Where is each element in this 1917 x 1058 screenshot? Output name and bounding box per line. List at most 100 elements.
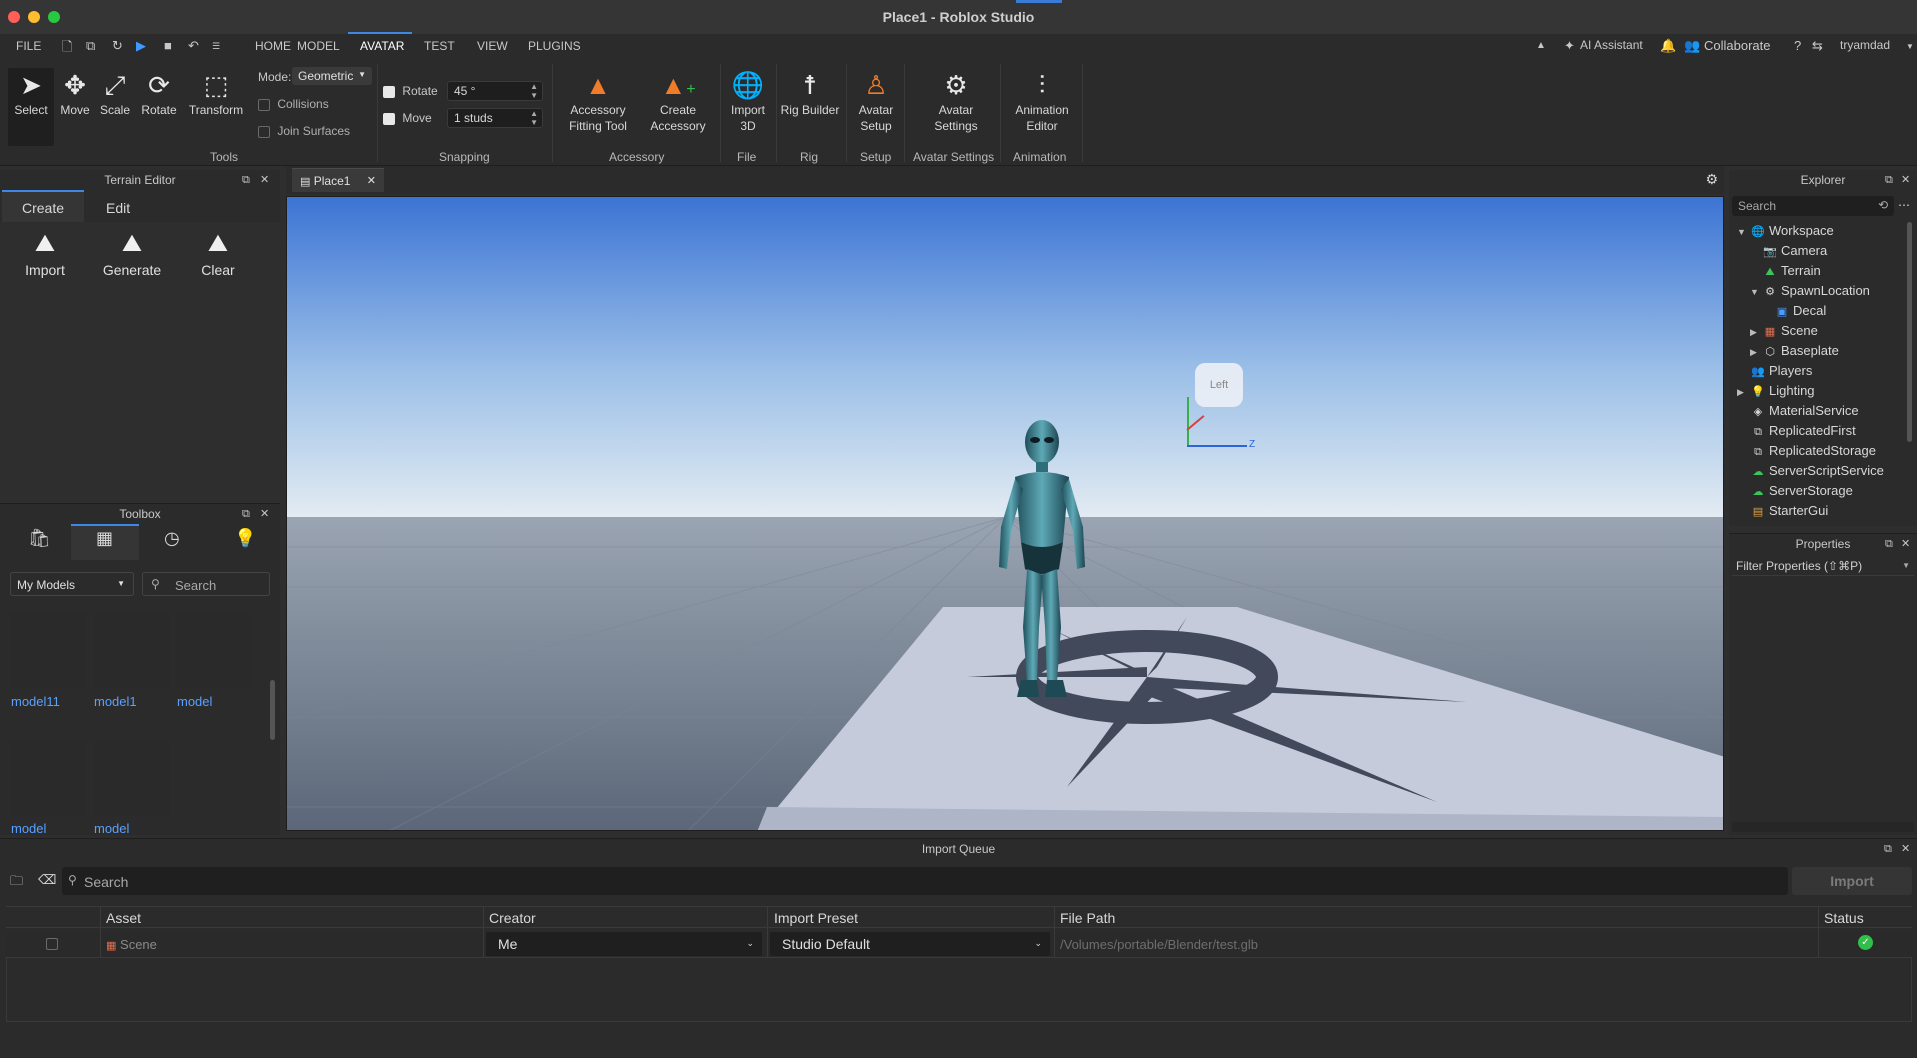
close-icon[interactable]: ✕ bbox=[1901, 170, 1910, 190]
tree-item-scene[interactable]: ▦ Scene bbox=[1763, 323, 1818, 338]
properties-h-scrollbar[interactable] bbox=[1732, 822, 1914, 832]
select-tool-button[interactable]: ➤ Select bbox=[8, 68, 54, 146]
creator-dropdown[interactable]: Me ⌄ bbox=[486, 932, 762, 956]
tree-item-terrain[interactable]: ⛰ Terrain bbox=[1763, 263, 1820, 279]
undock-icon[interactable]: ⧉ bbox=[242, 170, 250, 190]
move-snap-input[interactable]: 1 studs ▲ ▼ bbox=[447, 108, 543, 128]
ai-assistant-button[interactable]: AI Assistant bbox=[1580, 38, 1643, 52]
tab-create[interactable]: Create bbox=[22, 200, 64, 216]
close-icon[interactable]: ✕ bbox=[1901, 534, 1910, 554]
model-thumbnail[interactable] bbox=[94, 612, 170, 688]
explorer-scrollbar[interactable] bbox=[1907, 222, 1912, 442]
tree-item-workspace[interactable]: 🌐 Workspace bbox=[1751, 223, 1834, 238]
chevron-down-icon[interactable]: ▼ bbox=[1902, 561, 1910, 570]
play-icon[interactable]: ▶ bbox=[136, 38, 146, 54]
recent-clock-icon[interactable]: ◷ bbox=[164, 528, 180, 549]
model-label[interactable]: model bbox=[11, 821, 46, 836]
history-icon[interactable]: ⟲ bbox=[1878, 198, 1888, 212]
notifications-icon[interactable]: 🔔 bbox=[1660, 38, 1676, 54]
create-accessory-button[interactable]: ▲+ Create Accessory bbox=[642, 68, 714, 134]
tree-item-lighting[interactable]: 💡 Lighting bbox=[1751, 383, 1814, 398]
tree-item-serverscriptservice[interactable]: ☁ ServerScriptService bbox=[1751, 463, 1884, 478]
expand-caret-icon[interactable]: ▶ bbox=[1750, 347, 1757, 358]
explorer-search-input[interactable]: Search ⟲ bbox=[1732, 196, 1894, 216]
expand-caret-icon[interactable]: ▶ bbox=[1737, 387, 1744, 398]
open-file-icon[interactable]: ⧉ bbox=[86, 38, 95, 54]
tab-model[interactable]: MODEL bbox=[297, 39, 340, 53]
tree-item-decal[interactable]: ▣ Decal bbox=[1775, 303, 1826, 318]
model-label[interactable]: model11 bbox=[11, 694, 60, 709]
tree-item-camera[interactable]: 📷 Camera bbox=[1763, 243, 1827, 258]
terrain-generate-button[interactable]: ⛰ Generate bbox=[100, 230, 164, 278]
import-search-input[interactable]: ⚲ Search bbox=[62, 867, 1788, 895]
undock-icon[interactable]: ⧉ bbox=[242, 504, 250, 524]
model-thumbnail[interactable] bbox=[10, 612, 86, 688]
tree-item-materialservice[interactable]: ◈ MaterialService bbox=[1751, 403, 1859, 418]
join-surfaces-checkbox[interactable] bbox=[258, 125, 270, 138]
model-label[interactable]: model bbox=[94, 821, 129, 836]
model-label[interactable]: model bbox=[177, 694, 212, 709]
column-import-preset[interactable]: Import Preset bbox=[774, 910, 858, 926]
import-preset-dropdown[interactable]: Studio Default ⌄ bbox=[770, 932, 1050, 956]
tree-item-baseplate[interactable]: ⬡ Baseplate bbox=[1763, 343, 1839, 358]
move-snap-checkbox[interactable] bbox=[383, 112, 395, 125]
rotate-tool-button[interactable]: ⟳ Rotate bbox=[137, 68, 181, 118]
tab-plugins[interactable]: PLUGINS bbox=[528, 39, 581, 53]
table-row[interactable]: ▦ Scene Me ⌄ Studio Default ⌄ /Volumes/p… bbox=[6, 930, 1912, 958]
accessory-fitting-tool-button[interactable]: ▲ Accessory Fitting Tool bbox=[560, 68, 636, 134]
stepper-icon[interactable]: ▲ ▼ bbox=[530, 109, 538, 127]
undock-icon[interactable]: ⧉ bbox=[1884, 839, 1892, 859]
collisions-checkbox[interactable] bbox=[258, 98, 270, 111]
tree-item-replicatedstorage[interactable]: ⧉ ReplicatedStorage bbox=[1751, 443, 1876, 459]
view-cube[interactable]: Left bbox=[1195, 363, 1243, 407]
undock-icon[interactable]: ⧉ bbox=[1885, 534, 1893, 554]
tree-item-serverstorage[interactable]: ☁ ServerStorage bbox=[1751, 483, 1853, 498]
toolbox-category-dropdown[interactable]: My Models ▼ bbox=[10, 572, 134, 596]
close-icon[interactable]: ✕ bbox=[260, 504, 269, 524]
collaborate-icon[interactable]: 👥 bbox=[1684, 38, 1700, 54]
terrain-import-button[interactable]: ⛰ Import bbox=[20, 230, 70, 278]
close-icon[interactable]: ✕ bbox=[367, 174, 376, 187]
join-surfaces-toggle[interactable]: Join Surfaces bbox=[258, 124, 350, 138]
more-options-icon[interactable]: ⋯ bbox=[1898, 198, 1910, 212]
model-label[interactable]: model1 bbox=[94, 694, 137, 709]
inventory-grid-icon[interactable]: ▦ bbox=[96, 528, 113, 549]
scale-tool-button[interactable]: ⤢ Scale bbox=[95, 68, 135, 118]
clear-queue-icon[interactable]: ⌫ bbox=[38, 872, 56, 888]
stepper-icon[interactable]: ▲ ▼ bbox=[530, 82, 538, 100]
close-icon[interactable]: ✕ bbox=[260, 170, 269, 190]
rotate-snap-toggle[interactable]: Rotate bbox=[383, 84, 438, 98]
column-asset[interactable]: Asset bbox=[106, 910, 141, 926]
animation-editor-button[interactable]: ⫶ Animation Editor bbox=[1006, 68, 1078, 134]
tab-home[interactable]: HOME bbox=[255, 39, 291, 53]
column-status[interactable]: Status bbox=[1824, 910, 1864, 926]
creations-lightbulb-icon[interactable]: 💡 bbox=[234, 528, 256, 549]
import-button[interactable]: Import bbox=[1792, 867, 1912, 895]
undock-icon[interactable]: ⧉ bbox=[1885, 170, 1893, 190]
avatar-settings-button[interactable]: ⚙ Avatar Settings bbox=[920, 68, 992, 134]
ai-assistant-icon[interactable]: ✦ bbox=[1564, 38, 1575, 54]
tree-item-startergui[interactable]: ▤ StarterGui bbox=[1751, 503, 1828, 518]
tab-test[interactable]: TEST bbox=[424, 39, 455, 53]
avatar-setup-button[interactable]: ♙ Avatar Setup bbox=[852, 68, 900, 134]
terrain-clear-button[interactable]: ⛰ Clear bbox=[196, 230, 240, 278]
move-snap-toggle[interactable]: Move bbox=[383, 111, 432, 125]
column-file-path[interactable]: File Path bbox=[1060, 910, 1115, 926]
tab-edit[interactable]: Edit bbox=[106, 200, 130, 216]
collapse-caret-icon[interactable]: ▼ bbox=[1737, 227, 1746, 237]
move-tool-button[interactable]: ✥ Move bbox=[55, 68, 95, 118]
column-creator[interactable]: Creator bbox=[489, 910, 536, 926]
tree-item-spawnlocation[interactable]: ⚙ SpawnLocation bbox=[1763, 283, 1870, 298]
collapse-caret-icon[interactable]: ▼ bbox=[1750, 287, 1759, 297]
marketplace-bag-icon[interactable]: 🛍 bbox=[28, 528, 51, 549]
expand-caret-icon[interactable]: ▶ bbox=[1750, 327, 1757, 338]
rig-builder-button[interactable]: ☨ Rig Builder bbox=[778, 68, 842, 118]
user-menu-chevron-icon[interactable]: ▼ bbox=[1906, 42, 1914, 51]
collaborate-button[interactable]: Collaborate bbox=[1704, 38, 1771, 53]
qa-menu-icon[interactable]: ☰ bbox=[212, 41, 220, 52]
user-menu[interactable]: tryamdad bbox=[1840, 38, 1890, 52]
tab-view[interactable]: VIEW bbox=[477, 39, 508, 53]
model-thumbnail[interactable] bbox=[94, 740, 170, 816]
properties-filter-input[interactable]: Filter Properties (⇧⌘P) ▼ bbox=[1732, 556, 1914, 576]
refresh-icon[interactable]: ↻ bbox=[112, 38, 123, 54]
